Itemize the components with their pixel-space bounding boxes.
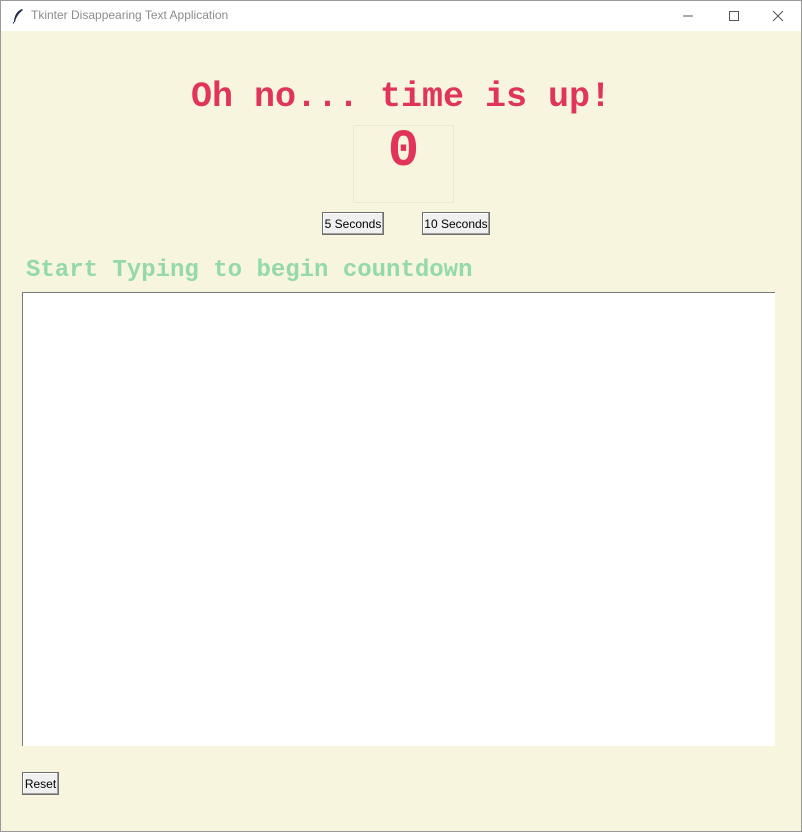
window-title: Tkinter Disappearing Text Application <box>31 8 229 22</box>
minimize-button[interactable] <box>665 1 711 31</box>
maximize-icon <box>728 7 740 26</box>
maximize-button[interactable] <box>711 1 757 31</box>
close-icon <box>772 7 784 26</box>
status-heading: Oh no... time is up! <box>190 77 612 117</box>
title-bar[interactable]: Tkinter Disappearing Text Application <box>1 1 801 31</box>
minimize-icon <box>682 7 694 26</box>
countdown-timer: 0 <box>387 122 420 181</box>
reset-button[interactable]: Reset <box>22 772 59 795</box>
typing-text-area[interactable] <box>22 292 775 746</box>
instruction-label: Start Typing to begin countdown <box>26 257 473 284</box>
ten-seconds-button[interactable]: 10 Seconds <box>422 212 490 235</box>
close-button[interactable] <box>755 1 801 31</box>
feather-icon <box>11 8 25 24</box>
five-seconds-button[interactable]: 5 Seconds <box>322 212 384 235</box>
app-window: Tkinter Disappearing Text Application Oh… <box>0 0 802 832</box>
